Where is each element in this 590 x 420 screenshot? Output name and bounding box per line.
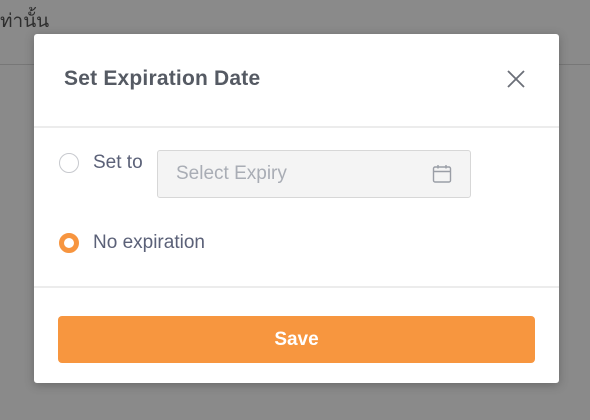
set-to-label: Set to: [93, 152, 143, 173]
dialog-body: Set to No expiration: [34, 128, 559, 288]
set-to-radio[interactable]: [59, 153, 79, 173]
background-page-text: ท่านั้น: [0, 10, 50, 32]
expiry-date-field[interactable]: [157, 150, 471, 198]
save-button[interactable]: Save: [58, 316, 535, 363]
calendar-icon[interactable]: [431, 163, 453, 185]
option-set-to[interactable]: Set to: [59, 152, 143, 174]
no-expiration-radio[interactable]: [59, 233, 79, 253]
expiration-dialog: Set Expiration Date Set to No expiration: [34, 34, 559, 383]
expiry-date-input[interactable]: [158, 150, 431, 198]
dialog-header: Set Expiration Date: [34, 34, 559, 128]
option-no-expiration[interactable]: No expiration: [59, 232, 205, 254]
dialog-footer: Save: [34, 288, 559, 383]
no-expiration-label: No expiration: [93, 232, 205, 253]
close-icon[interactable]: [504, 67, 528, 91]
dialog-title: Set Expiration Date: [64, 67, 261, 90]
